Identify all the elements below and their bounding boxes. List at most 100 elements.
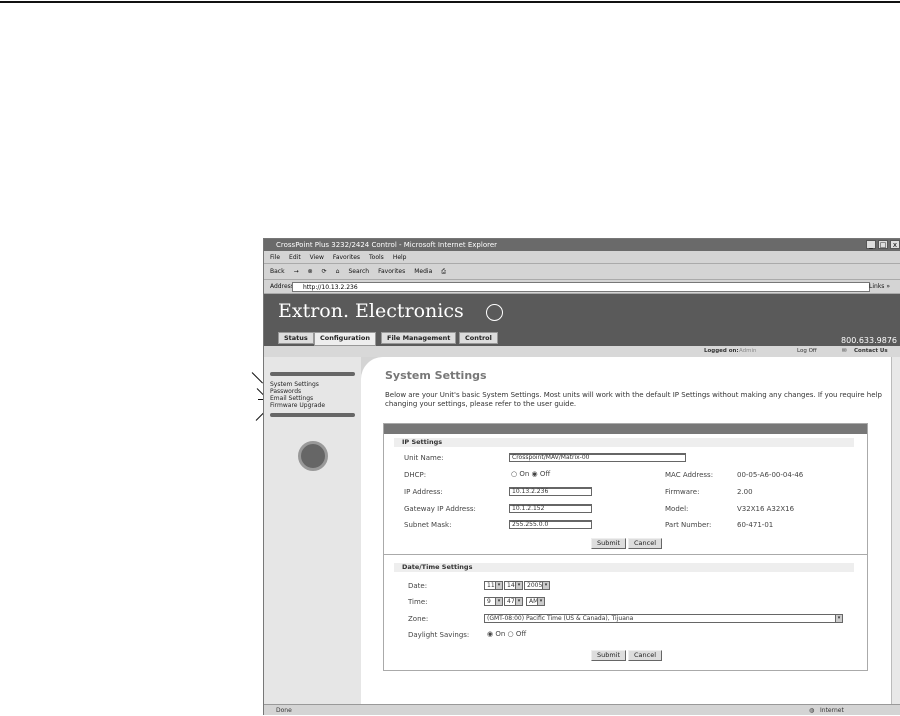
tab-configuration[interactable]: Configuration <box>314 332 376 346</box>
subnet-label: Subnet Mask: <box>404 521 452 529</box>
zone-label: Zone: <box>408 615 429 623</box>
divider <box>270 413 355 417</box>
dhcp-on-radio[interactable]: ○ <box>511 470 517 478</box>
minute-select[interactable]: 47 ▾ <box>504 597 523 606</box>
gateway-input[interactable]: 10.1.2.152 <box>509 504 592 513</box>
time-label: Time: <box>408 598 428 606</box>
menu-edit[interactable]: Edit <box>289 254 301 261</box>
ip-cancel-button[interactable]: Cancel <box>628 538 663 549</box>
address-bar: Address Links » <box>264 280 900 294</box>
menu-file[interactable]: File <box>270 254 280 261</box>
menu-help[interactable]: Help <box>393 254 407 261</box>
gateway-label: Gateway IP Address: <box>404 505 476 513</box>
dhcp-label: DHCP: <box>404 471 427 479</box>
refresh-icon[interactable]: ⟳ <box>322 268 327 275</box>
zone-text: Internet <box>820 707 844 714</box>
zone-select[interactable]: (GMT-08:00) Pacific Time (US & Canada), … <box>484 614 843 623</box>
datetime-heading: Date/Time Settings <box>394 563 854 572</box>
dst-label: Daylight Savings: <box>408 631 470 639</box>
page-description: Below are your Unit's basic System Setti… <box>385 391 882 408</box>
close-button[interactable]: x <box>890 240 900 249</box>
part-label: Part Number: <box>665 521 712 529</box>
tab-status[interactable]: Status <box>278 332 314 344</box>
day-select[interactable]: 14 ▾ <box>504 581 523 590</box>
sidebar-item-system-settings[interactable]: System Settings <box>270 381 319 388</box>
model-value: V32X16 A32X16 <box>737 505 795 513</box>
hour-select[interactable]: 9 ▾ <box>484 597 503 606</box>
user-name: Admin <box>739 348 757 354</box>
dhcp-off-label: Off <box>539 470 551 478</box>
forward-button[interactable]: → <box>294 268 299 275</box>
dst-on-radio[interactable]: ◉ <box>487 630 493 638</box>
panel-header <box>384 424 867 434</box>
brand-logo: Extron. Electronics <box>278 300 464 322</box>
links-button[interactable]: Links » <box>869 280 890 293</box>
mail-icon: ✉ <box>842 348 847 354</box>
dst-on-label: On <box>495 630 506 638</box>
back-button[interactable]: Back <box>270 268 285 275</box>
mac-label: MAC Address: <box>665 471 714 479</box>
sidebar: System Settings Passwords Email Settings… <box>264 357 361 704</box>
home-icon[interactable]: ⌂ <box>336 268 340 275</box>
search-button[interactable]: Search <box>348 268 369 275</box>
minimize-button[interactable]: _ <box>866 240 876 249</box>
chevron-down-icon: ▾ <box>495 582 502 589</box>
tab-control[interactable]: Control <box>459 332 498 344</box>
page-title: System Settings <box>385 369 487 382</box>
dst-off-label: Off <box>515 630 527 638</box>
mac-value: 00-05-A6-00-04-46 <box>737 471 804 479</box>
unit-name-input[interactable]: Crosspoint/MAV/Matrix-00 <box>509 453 686 462</box>
unit-name-label: Unit Name: <box>404 454 444 462</box>
main-content: System Settings Below are your Unit's ba… <box>361 357 891 704</box>
dst-radio-group: ◉ On ○ Off <box>487 630 526 638</box>
chevron-down-icon: ▾ <box>515 582 522 589</box>
browser-window: CrossPoint Plus 3232/2424 Control - Micr… <box>263 238 900 715</box>
address-label: Address <box>270 283 294 290</box>
address-input[interactable] <box>292 282 870 292</box>
status-bar: Done ◍ Internet <box>264 704 900 715</box>
menu-view[interactable]: View <box>310 254 324 261</box>
ampm-select[interactable]: AM ▾ <box>526 597 545 606</box>
sidebar-item-firmware-upgrade[interactable]: Firmware Upgrade <box>270 402 325 409</box>
media-button[interactable]: Media <box>414 268 432 275</box>
tab-file-management[interactable]: File Management <box>381 332 457 344</box>
minute-value: 47 <box>507 598 515 605</box>
stop-icon[interactable]: ⊗ <box>308 268 313 275</box>
logoff-link[interactable]: Log Off <box>797 346 817 357</box>
vertical-scrollbar[interactable] <box>891 357 900 704</box>
ip-input[interactable]: 10.13.2.236 <box>509 487 592 496</box>
day-value: 14 <box>507 582 515 589</box>
internet-zone-icon: ◍ <box>809 707 815 714</box>
print-icon[interactable]: ⎙ <box>441 268 446 275</box>
ip-submit-button[interactable]: Submit <box>591 538 627 549</box>
menu-favorites[interactable]: Favorites <box>333 254 360 261</box>
chevron-down-icon: ▾ <box>537 598 544 605</box>
part-value: 60-471-01 <box>737 521 774 529</box>
extron-logo-icon <box>486 304 503 321</box>
firmware-label: Firmware: <box>665 488 700 496</box>
year-select[interactable]: 2005 ▾ <box>524 581 550 590</box>
favorites-button[interactable]: Favorites <box>378 268 405 275</box>
toolbar: Back → ⊗ ⟳ ⌂ Search Favorites Media ⎙ <box>264 264 900 280</box>
chevron-down-icon: ▾ <box>495 598 502 605</box>
dt-cancel-button[interactable]: Cancel <box>628 650 663 661</box>
sidebar-item-email-settings[interactable]: Email Settings <box>270 395 313 402</box>
divider <box>384 554 867 555</box>
dt-submit-button[interactable]: Submit <box>591 650 627 661</box>
maximize-button[interactable]: □ <box>878 240 888 249</box>
dst-off-radio[interactable]: ○ <box>508 630 514 638</box>
dhcp-radio-group: ○ On ◉ Off <box>511 470 550 478</box>
ip-label: IP Address: <box>404 488 443 496</box>
service-seal-icon <box>298 441 328 471</box>
menu-tools[interactable]: Tools <box>369 254 384 261</box>
ip-settings-heading: IP Settings <box>394 438 854 447</box>
year-value: 2005 <box>527 582 543 589</box>
chevron-down-icon: ▾ <box>835 615 842 622</box>
page-rule <box>0 1 900 3</box>
contact-link[interactable]: Contact Us <box>854 346 888 357</box>
dhcp-off-radio[interactable]: ◉ <box>532 470 538 478</box>
sidebar-item-passwords[interactable]: Passwords <box>270 388 301 395</box>
month-select[interactable]: 11 ▾ <box>484 581 503 590</box>
firmware-value: 2.00 <box>737 488 753 496</box>
subnet-input[interactable]: 255.255.0.0 <box>509 520 592 529</box>
